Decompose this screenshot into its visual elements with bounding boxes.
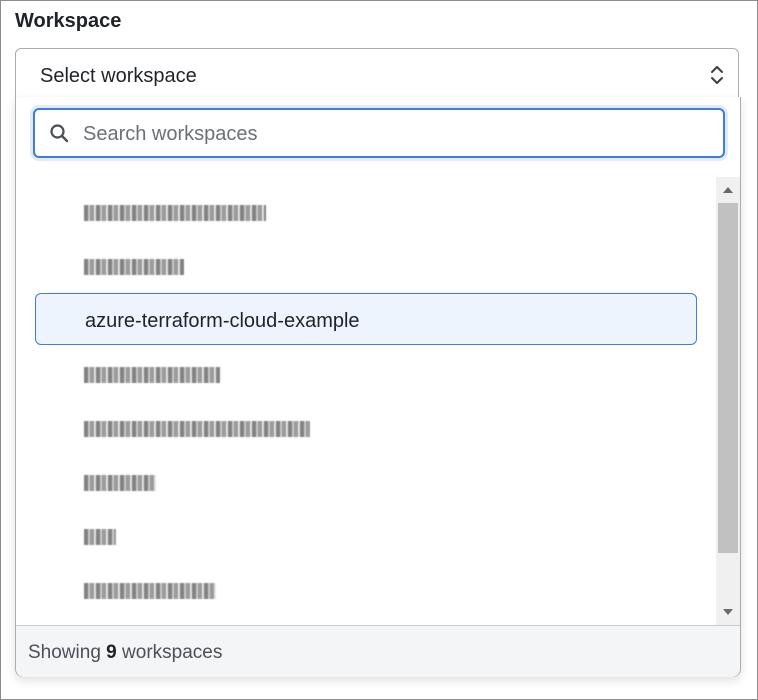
up-down-chevron-icon xyxy=(711,66,723,84)
workspace-option[interactable]: azure-terraform-cloud-example xyxy=(35,293,697,345)
scroll-thumb[interactable] xyxy=(718,203,738,553)
scrollbar[interactable] xyxy=(716,177,740,625)
workspace-option[interactable] xyxy=(35,511,697,563)
workspace-option[interactable] xyxy=(35,565,697,617)
workspace-count: 9 xyxy=(106,642,117,663)
select-value: Select workspace xyxy=(40,65,197,87)
redacted-workspace-name xyxy=(84,529,116,545)
footer-suffix: workspaces xyxy=(122,642,223,663)
footer-prefix: Showing xyxy=(28,642,101,663)
dropdown-footer: Showing 9 workspaces xyxy=(16,625,740,677)
scroll-up-arrow-icon[interactable] xyxy=(723,187,733,193)
workspace-option[interactable] xyxy=(35,457,697,509)
workspace-option-label: azure-terraform-cloud-example xyxy=(85,310,360,332)
field-label: Workspace xyxy=(15,10,122,32)
redacted-workspace-name xyxy=(84,421,310,437)
workspace-option[interactable] xyxy=(35,349,697,401)
search-box[interactable] xyxy=(33,108,725,158)
redacted-workspace-name xyxy=(84,367,220,383)
workspace-dropdown: azure-terraform-cloud-example Showing 9 … xyxy=(15,97,741,677)
workspace-select[interactable]: Select workspace xyxy=(15,48,739,98)
workspace-option[interactable] xyxy=(35,403,697,455)
search-icon xyxy=(50,124,69,143)
redacted-workspace-name xyxy=(84,583,216,599)
footer-status: Showing 9 workspaces xyxy=(28,642,222,664)
workspace-picker-panel: Workspace Select workspace azure-terrafo… xyxy=(0,0,758,700)
scroll-down-arrow-icon[interactable] xyxy=(723,609,733,615)
workspace-option[interactable] xyxy=(35,241,697,293)
search-input[interactable] xyxy=(81,118,705,150)
workspace-list: azure-terraform-cloud-example xyxy=(16,175,716,625)
redacted-workspace-name xyxy=(84,205,266,221)
workspace-option[interactable] xyxy=(35,187,697,239)
redacted-workspace-name xyxy=(84,259,184,275)
redacted-workspace-name xyxy=(84,475,156,491)
